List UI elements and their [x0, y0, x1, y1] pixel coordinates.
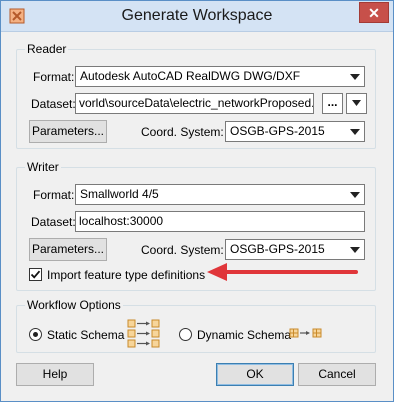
reader-group: Reader Format: Autodesk AutoCAD RealDWG … — [16, 42, 376, 149]
writer-dataset-input[interactable]: localhost:30000 — [75, 211, 365, 232]
workflow-options-group: Workflow Options Static Schema Dynamic S… — [16, 298, 376, 353]
generate-workspace-dialog: Generate Workspace ✕ Reader Format: Auto… — [0, 0, 394, 402]
writer-parameters-button[interactable]: Parameters... — [29, 238, 107, 261]
writer-coord-select[interactable]: OSGB-GPS-2015 — [225, 239, 365, 260]
chevron-down-icon — [350, 129, 360, 135]
workflow-group-title: Workflow Options — [25, 298, 123, 312]
reader-format-label: Format: — [33, 70, 75, 84]
writer-coord-label: Coord. System: — [141, 243, 224, 257]
ok-button[interactable]: OK — [216, 363, 294, 386]
writer-dataset-label: Dataset: — [31, 215, 76, 229]
writer-format-value: Smallworld 4/5 — [80, 187, 159, 201]
chevron-down-icon — [352, 100, 361, 106]
dynamic-schema-icon — [289, 328, 322, 338]
red-arrow-annotation — [207, 263, 358, 281]
reader-coord-label: Coord. System: — [141, 125, 224, 139]
window-title: Generate Workspace — [121, 7, 273, 24]
import-feature-types-checkbox[interactable] — [29, 268, 42, 281]
title-bar[interactable]: Generate Workspace ✕ — [1, 1, 393, 32]
writer-coord-value: OSGB-GPS-2015 — [230, 242, 325, 256]
writer-group-title: Writer — [25, 160, 61, 174]
reader-format-select[interactable]: Autodesk AutoCAD RealDWG DWG/DXF — [75, 66, 365, 87]
reader-dataset-dropdown-button[interactable] — [346, 93, 367, 114]
reader-dataset-input[interactable]: vorld\sourceData\electric_networkPropose… — [75, 93, 314, 114]
static-schema-icon — [127, 319, 160, 348]
writer-format-label: Format: — [33, 188, 75, 202]
reader-browse-button[interactable]: ... — [322, 93, 343, 114]
writer-dataset-value: localhost:30000 — [79, 214, 164, 228]
reader-group-title: Reader — [25, 42, 69, 56]
static-schema-radio[interactable] — [29, 328, 42, 341]
reader-dataset-label: Dataset: — [31, 97, 76, 111]
cancel-button[interactable]: Cancel — [298, 363, 376, 386]
dynamic-schema-label[interactable]: Dynamic Schema — [197, 328, 291, 342]
reader-dataset-value: vorld\sourceData\electric_networkPropose… — [79, 96, 314, 110]
help-button[interactable]: Help — [16, 363, 94, 386]
chevron-down-icon — [350, 247, 360, 253]
chevron-down-icon — [350, 74, 360, 80]
close-button[interactable]: ✕ — [359, 2, 389, 23]
dynamic-schema-radio[interactable] — [179, 328, 192, 341]
writer-format-select[interactable]: Smallworld 4/5 — [75, 184, 365, 205]
chevron-down-icon — [350, 192, 360, 198]
checkmark-icon — [30, 270, 41, 279]
static-schema-label[interactable]: Static Schema — [47, 328, 124, 342]
import-feature-types-label[interactable]: Import feature type definitions — [47, 268, 205, 282]
reader-coord-value: OSGB-GPS-2015 — [230, 124, 325, 138]
reader-format-value: Autodesk AutoCAD RealDWG DWG/DXF — [80, 69, 301, 83]
reader-parameters-button[interactable]: Parameters... — [29, 120, 107, 143]
reader-coord-select[interactable]: OSGB-GPS-2015 — [225, 121, 365, 142]
